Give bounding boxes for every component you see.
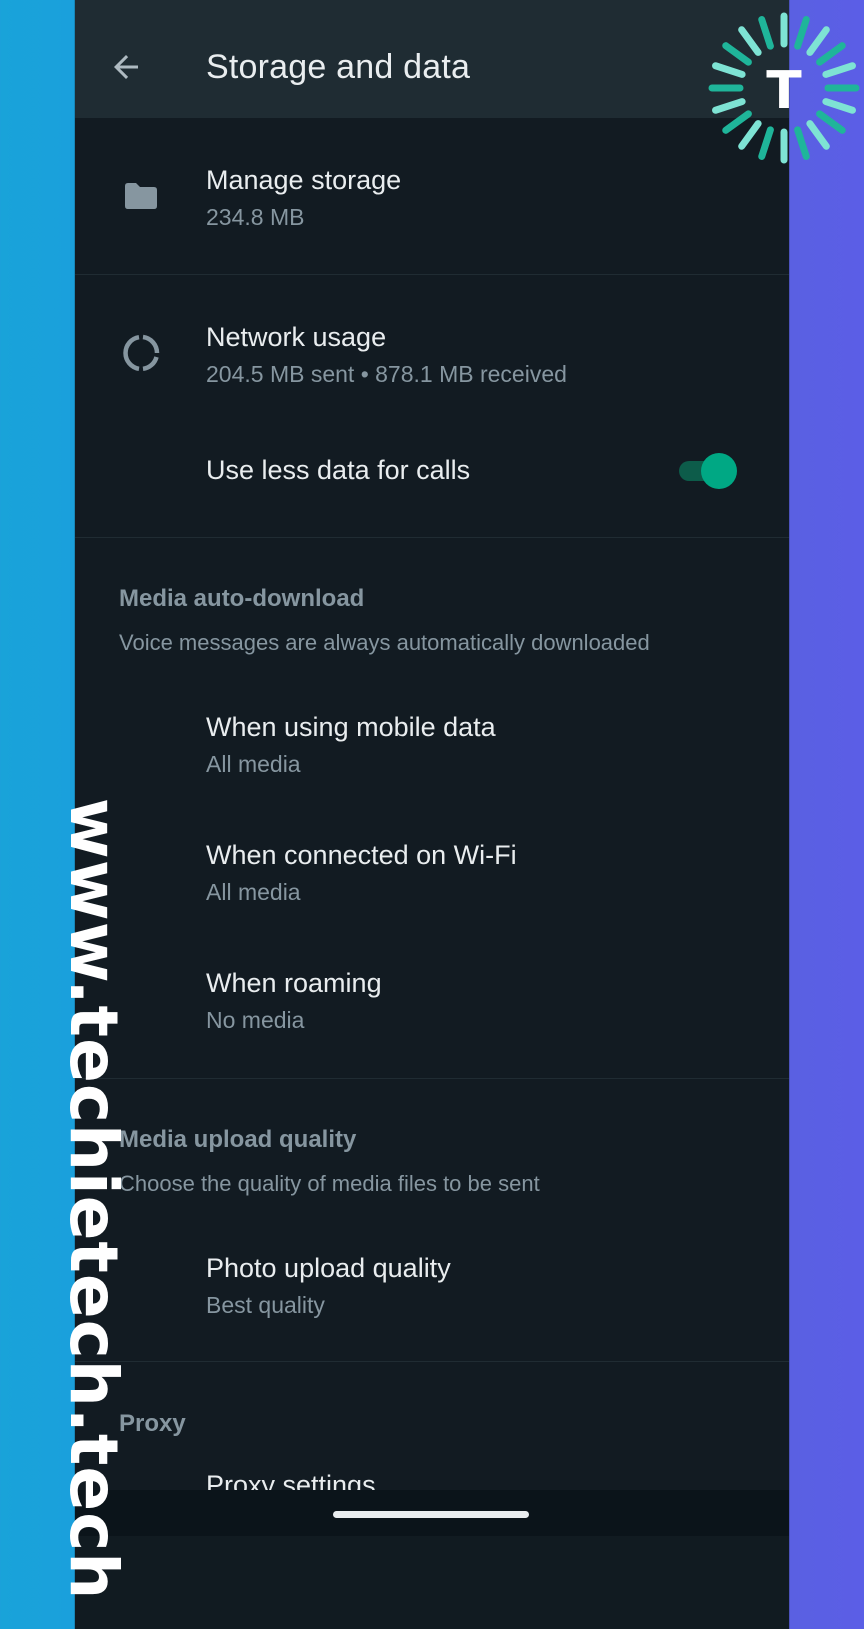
mobile-data-item[interactable]: When using mobile data All media [75, 680, 789, 808]
mobile-data-value: All media [206, 751, 301, 777]
toggle-thumb [701, 453, 737, 489]
logo-ray [822, 62, 856, 78]
manage-storage-item[interactable]: Manage storage 234.8 MB [75, 118, 789, 274]
logo-ray [806, 26, 830, 56]
system-nav-bar [75, 1490, 789, 1536]
logo-ray [822, 98, 856, 114]
logo-ray [738, 26, 762, 56]
manage-storage-value: 234.8 MB [206, 204, 305, 230]
divider [75, 1361, 789, 1362]
watermark-text: www.techietech.tech [55, 797, 133, 1601]
mobile-data-label: When using mobile data [206, 712, 496, 742]
photo-upload-quality-label: Photo upload quality [206, 1253, 451, 1283]
proxy-settings-item[interactable]: Proxy settings [75, 1450, 789, 1490]
gesture-handle[interactable] [333, 1511, 529, 1518]
logo-letter: T [766, 61, 802, 121]
media-upload-quality-header: Media upload quality [119, 1126, 357, 1153]
network-usage-item[interactable]: Network usage 204.5 MB sent • 878.1 MB r… [75, 275, 789, 415]
logo-ray [816, 42, 846, 66]
divider [75, 537, 789, 538]
network-usage-label: Network usage [206, 322, 387, 352]
roaming-item[interactable]: When roaming No media [75, 936, 789, 1078]
data-usage-icon [119, 331, 163, 375]
logo-ray [722, 110, 752, 134]
logo-ray [722, 42, 752, 66]
logo-ray [806, 120, 830, 150]
divider [75, 1078, 789, 1079]
roaming-value: No media [206, 1007, 305, 1033]
photo-upload-quality-item[interactable]: Photo upload quality Best quality [75, 1220, 789, 1360]
photo-upload-quality-value: Best quality [206, 1292, 325, 1318]
wifi-item[interactable]: When connected on Wi-Fi All media [75, 808, 789, 936]
less-data-calls-toggle[interactable] [679, 453, 737, 489]
media-upload-quality-subtitle: Choose the quality of media files to be … [119, 1171, 540, 1196]
logo-ray [738, 120, 762, 150]
logo-ray [794, 16, 810, 50]
back-button[interactable] [101, 42, 151, 92]
roaming-label: When roaming [206, 968, 382, 998]
techietech-logo: T [706, 10, 862, 166]
settings-screen: Storage and data Manage storage 234.8 MB… [75, 0, 789, 1536]
page-title: Storage and data [206, 48, 471, 86]
folder-icon [119, 174, 163, 218]
logo-ray [758, 16, 774, 50]
logo-ray [794, 126, 810, 160]
logo-ray [816, 110, 846, 134]
wifi-label: When connected on Wi-Fi [206, 840, 517, 870]
arrow-back-icon [114, 55, 138, 79]
media-auto-download-header: Media auto-download [119, 585, 365, 612]
network-usage-value: 204.5 MB sent • 878.1 MB received [206, 361, 567, 387]
logo-ray [712, 98, 746, 114]
less-data-calls-label: Use less data for calls [206, 455, 471, 485]
wifi-value: All media [206, 879, 301, 905]
proxy-settings-label: Proxy settings [206, 1470, 376, 1490]
manage-storage-label: Manage storage [206, 165, 402, 195]
media-auto-download-subtitle: Voice messages are always automatically … [119, 630, 650, 655]
app-bar: Storage and data [75, 0, 789, 118]
logo-ray [758, 126, 774, 160]
logo-ray [712, 62, 746, 78]
